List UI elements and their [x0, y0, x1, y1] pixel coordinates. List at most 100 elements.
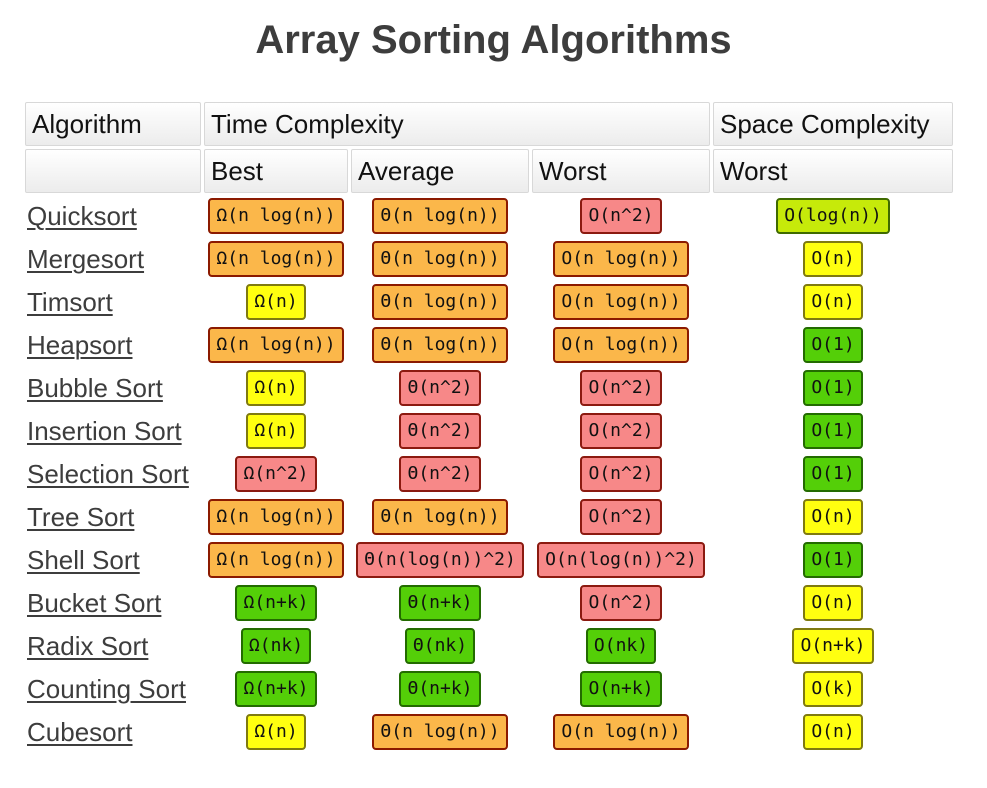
algorithm-link[interactable]: Bucket Sort: [27, 588, 161, 618]
space-complexity-cell: O(n): [713, 282, 953, 322]
table-row: Shell Sort Ω(n log(n)) Θ(n(log(n))^2) O(n(l…: [25, 540, 953, 580]
algorithm-link[interactable]: Quicksort: [27, 201, 137, 231]
page-title: Array Sorting Algorithms: [255, 18, 732, 62]
best-complexity-cell: Ω(n): [204, 411, 348, 451]
algorithm-link[interactable]: Bubble Sort: [27, 373, 163, 403]
space-complexity-cell: O(k): [713, 669, 953, 709]
average-complexity-badge: Θ(nk): [404, 628, 476, 664]
average-complexity-cell: Θ(n log(n)): [351, 239, 529, 279]
table-row: Cubesort Ω(n) Θ(n log(n)) O(n log(n)) O(n): [25, 712, 953, 752]
average-complexity-cell: Θ(n^2): [351, 454, 529, 494]
table-row: Timsort Ω(n) Θ(n log(n)) O(n log(n)) O(n): [25, 282, 953, 322]
best-complexity-cell: Ω(n+k): [204, 583, 348, 623]
average-complexity-cell: Θ(n log(n)): [351, 325, 529, 365]
average-complexity-cell: Θ(n log(n)): [351, 282, 529, 322]
space-complexity-cell: O(n): [713, 712, 953, 752]
algorithm-cell: Cubesort: [25, 712, 201, 752]
worst-complexity-badge: O(n log(n)): [553, 714, 689, 750]
worst-complexity-badge: O(n+k): [580, 671, 662, 707]
algorithm-link[interactable]: Selection Sort: [27, 459, 189, 489]
average-complexity-badge: Θ(n(log(n))^2): [356, 542, 524, 578]
algorithm-link[interactable]: Shell Sort: [27, 545, 140, 575]
worst-complexity-badge: O(n log(n)): [553, 284, 689, 320]
algorithm-link[interactable]: Heapsort: [27, 330, 133, 360]
best-complexity-badge: Ω(n^2): [235, 456, 317, 492]
space-complexity-badge: O(1): [803, 370, 863, 406]
header-best: Best: [204, 149, 348, 193]
algorithm-cell: Tree Sort: [25, 497, 201, 537]
space-complexity-badge: O(1): [803, 413, 863, 449]
space-complexity-badge: O(n): [803, 241, 863, 277]
average-complexity-badge: Θ(n log(n)): [372, 327, 508, 363]
average-complexity-badge: Θ(n^2): [399, 456, 481, 492]
complexity-table: Algorithm Time Complexity Space Complexi…: [22, 99, 956, 755]
best-complexity-badge: Ω(n log(n)): [208, 241, 344, 277]
worst-complexity-cell: O(n(log(n))^2): [532, 540, 710, 580]
space-complexity-badge: O(n): [803, 499, 863, 535]
worst-complexity-cell: O(n^2): [532, 497, 710, 537]
average-complexity-badge: Θ(n+k): [399, 585, 481, 621]
algorithm-link[interactable]: Timsort: [27, 287, 113, 317]
average-complexity-cell: Θ(n(log(n))^2): [351, 540, 529, 580]
algorithm-link[interactable]: Tree Sort: [27, 502, 134, 532]
space-complexity-badge: O(n+k): [792, 628, 874, 664]
best-complexity-badge: Ω(n): [246, 413, 306, 449]
header-average: Average: [351, 149, 529, 193]
worst-complexity-cell: O(n log(n)): [532, 712, 710, 752]
average-complexity-cell: Θ(n+k): [351, 669, 529, 709]
space-complexity-cell: O(log(n)): [713, 196, 953, 236]
average-complexity-cell: Θ(n log(n)): [351, 712, 529, 752]
table-row: Mergesort Ω(n log(n)) Θ(n log(n)) O(n log(n…: [25, 239, 953, 279]
algorithm-link[interactable]: Mergesort: [27, 244, 144, 274]
algorithm-link[interactable]: Insertion Sort: [27, 416, 182, 446]
algorithm-cell: Radix Sort: [25, 626, 201, 666]
average-complexity-badge: Θ(n^2): [399, 370, 481, 406]
space-complexity-cell: O(n+k): [713, 626, 953, 666]
algorithm-link[interactable]: Radix Sort: [27, 631, 148, 661]
space-complexity-cell: O(1): [713, 454, 953, 494]
space-complexity-badge: O(n): [803, 284, 863, 320]
space-complexity-cell: O(1): [713, 540, 953, 580]
algorithm-link[interactable]: Counting Sort: [27, 674, 186, 704]
algorithm-cell: Counting Sort: [25, 669, 201, 709]
space-complexity-cell: O(n): [713, 497, 953, 537]
average-complexity-cell: Θ(nk): [351, 626, 529, 666]
algorithm-link[interactable]: Cubesort: [27, 717, 133, 747]
space-complexity-badge: O(n): [803, 714, 863, 750]
average-complexity-cell: Θ(n^2): [351, 368, 529, 408]
best-complexity-badge: Ω(n+k): [235, 671, 317, 707]
worst-complexity-badge: O(nk): [585, 628, 657, 664]
worst-complexity-cell: O(nk): [532, 626, 710, 666]
average-complexity-badge: Θ(n log(n)): [372, 499, 508, 535]
worst-complexity-cell: O(n^2): [532, 196, 710, 236]
algorithm-cell: Insertion Sort: [25, 411, 201, 451]
best-complexity-cell: Ω(n log(n)): [204, 196, 348, 236]
header-time-complexity: Time Complexity: [204, 102, 710, 146]
average-complexity-cell: Θ(n log(n)): [351, 196, 529, 236]
space-complexity-badge: O(n): [803, 585, 863, 621]
algorithm-cell: Heapsort: [25, 325, 201, 365]
best-complexity-cell: Ω(n log(n)): [204, 239, 348, 279]
best-complexity-badge: Ω(n): [246, 284, 306, 320]
algorithm-cell: Timsort: [25, 282, 201, 322]
header-row-top: Algorithm Time Complexity Space Complexi…: [25, 102, 953, 146]
table-body: Quicksort Ω(n log(n)) Θ(n log(n)) O(n^2) O(l…: [25, 196, 953, 752]
table-row: Counting Sort Ω(n+k) Θ(n+k) O(n+k) O(k): [25, 669, 953, 709]
algorithm-cell: Shell Sort: [25, 540, 201, 580]
average-complexity-cell: Θ(n^2): [351, 411, 529, 451]
algorithm-cell: Quicksort: [25, 196, 201, 236]
average-complexity-badge: Θ(n^2): [399, 413, 481, 449]
best-complexity-badge: Ω(n log(n)): [208, 542, 344, 578]
average-complexity-badge: Θ(n log(n)): [372, 714, 508, 750]
best-complexity-cell: Ω(n): [204, 368, 348, 408]
table-row: Quicksort Ω(n log(n)) Θ(n log(n)) O(n^2) O(l…: [25, 196, 953, 236]
header-space-complexity: Space Complexity: [713, 102, 953, 146]
space-complexity-cell: O(1): [713, 411, 953, 451]
average-complexity-cell: Θ(n+k): [351, 583, 529, 623]
worst-complexity-badge: O(n^2): [580, 370, 662, 406]
table-row: Bubble Sort Ω(n) Θ(n^2) O(n^2) O(1): [25, 368, 953, 408]
worst-complexity-badge: O(n^2): [580, 198, 662, 234]
best-complexity-cell: Ω(n): [204, 712, 348, 752]
worst-complexity-cell: O(n log(n)): [532, 239, 710, 279]
algorithm-cell: Selection Sort: [25, 454, 201, 494]
